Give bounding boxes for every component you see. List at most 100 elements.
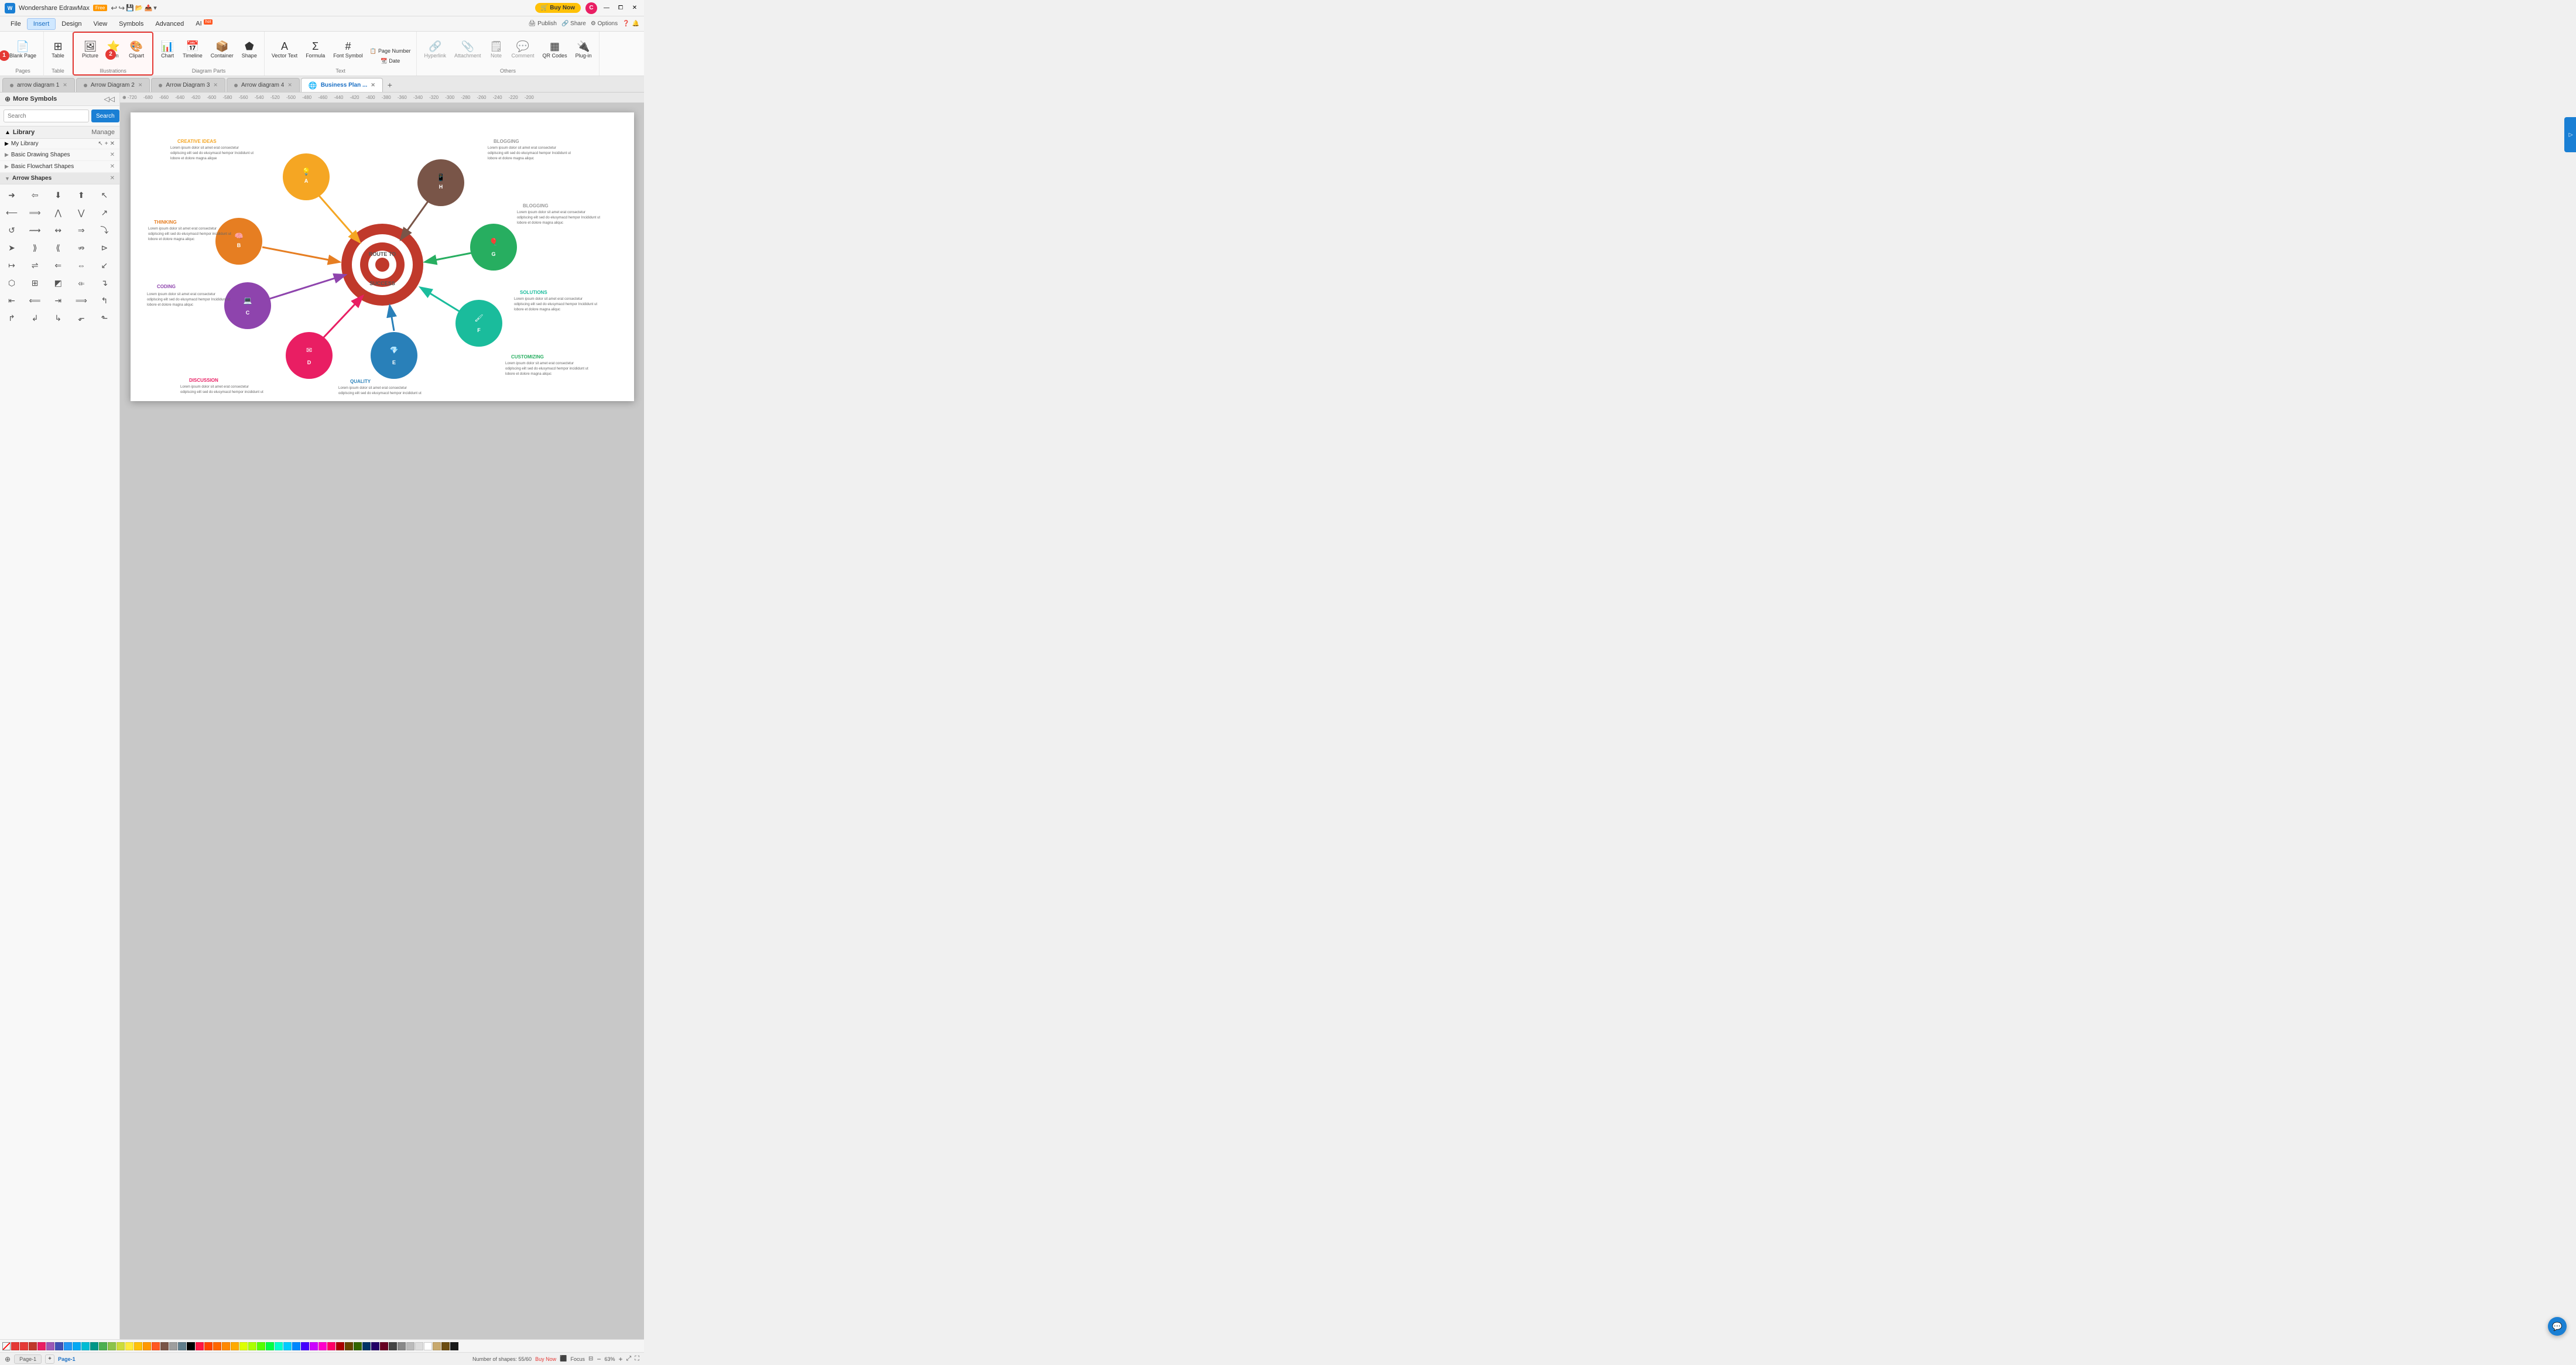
date-button[interactable]: 📆 Date: [368, 57, 413, 66]
tab-arrow-diagram-1[interactable]: arrow diagram 1 ✕: [2, 78, 75, 92]
color-red[interactable]: [20, 1342, 28, 1350]
color-r26[interactable]: [415, 1342, 423, 1350]
color-r10[interactable]: [275, 1342, 283, 1350]
share-button[interactable]: 🔗 Share: [561, 20, 586, 27]
focus-label[interactable]: Focus: [571, 1356, 585, 1362]
arrow-shape-10[interactable]: ↗: [95, 204, 114, 221]
color-r18[interactable]: [345, 1342, 353, 1350]
arrow-shape-5[interactable]: ↖: [95, 187, 114, 203]
color-r16[interactable]: [327, 1342, 335, 1350]
arrow-shape-22[interactable]: ⇌: [26, 257, 44, 273]
options-button[interactable]: ⚙ Options: [591, 20, 618, 27]
menu-file[interactable]: File: [5, 19, 27, 29]
more-button[interactable]: ▾: [153, 4, 157, 12]
arrow-shape-1[interactable]: ➜: [2, 187, 21, 203]
publish-button[interactable]: 🖨 Publish: [529, 20, 557, 27]
my-library-export-btn[interactable]: ↖: [98, 141, 102, 147]
color-r9[interactable]: [266, 1342, 274, 1350]
arrow-shape-13[interactable]: ↭: [49, 222, 67, 238]
arrow-shape-36[interactable]: ↱: [2, 310, 21, 326]
arrow-shape-37[interactable]: ↲: [26, 310, 44, 326]
add-page-button[interactable]: +: [45, 1354, 54, 1364]
fit-icon[interactable]: ⤢: [626, 1355, 631, 1363]
color-picker-icon[interactable]: ⊕: [5, 1355, 11, 1363]
arrow-shape-39[interactable]: ⬐: [72, 310, 91, 326]
arrow-shape-17[interactable]: ⟫: [26, 240, 44, 256]
menu-symbols[interactable]: Symbols: [113, 19, 149, 29]
color-red-dark[interactable]: [11, 1342, 19, 1350]
open-button[interactable]: 📂: [135, 4, 143, 12]
no-fill-swatch[interactable]: [2, 1342, 11, 1350]
color-grey[interactable]: [169, 1342, 177, 1350]
arrow-shape-8[interactable]: ⋀: [49, 204, 67, 221]
color-pink[interactable]: [37, 1342, 46, 1350]
arrow-shape-35[interactable]: ↰: [95, 292, 114, 309]
tab-close-1[interactable]: ✕: [63, 82, 67, 88]
menu-ai[interactable]: AI hot: [190, 18, 218, 29]
arrow-shape-26[interactable]: ⬡: [2, 275, 21, 291]
arrow-shape-4[interactable]: ⬆: [72, 187, 91, 203]
arrow-shape-6[interactable]: ⟵: [2, 204, 21, 221]
tab-arrow-diagram-2[interactable]: Arrow Diagram 2 ✕: [76, 78, 150, 92]
color-black[interactable]: [187, 1342, 195, 1350]
color-blue[interactable]: [64, 1342, 72, 1350]
export-button[interactable]: 📤: [145, 4, 153, 12]
font-symbol-button[interactable]: # Font Symbol: [330, 34, 366, 66]
hyperlink-button[interactable]: 🔗 Hyperlink: [420, 34, 450, 66]
color-orange[interactable]: [143, 1342, 151, 1350]
icon-button[interactable]: ⭐ Icon: [103, 34, 124, 66]
arrow-shape-20[interactable]: ⊳: [95, 240, 114, 256]
color-blue-grey[interactable]: [178, 1342, 186, 1350]
arrow-shape-33[interactable]: ⇥: [49, 292, 67, 309]
color-r15[interactable]: [318, 1342, 327, 1350]
shape-button[interactable]: ⬟ Shape: [238, 34, 261, 66]
blank-page-button[interactable]: 📄 Blank Page: [6, 34, 40, 66]
color-indigo[interactable]: [55, 1342, 63, 1350]
add-tab-button[interactable]: +: [384, 79, 396, 91]
color-red-2[interactable]: [29, 1342, 37, 1350]
search-button[interactable]: Search: [91, 110, 119, 122]
color-amber[interactable]: [134, 1342, 142, 1350]
color-yellow[interactable]: [125, 1342, 133, 1350]
color-dark-brown[interactable]: [441, 1342, 450, 1350]
color-r20[interactable]: [362, 1342, 371, 1350]
arrow-shape-24[interactable]: ⇔: [72, 257, 91, 273]
color-r5[interactable]: [231, 1342, 239, 1350]
my-library-add-btn[interactable]: +: [105, 141, 108, 147]
tab-close-2[interactable]: ✕: [138, 82, 143, 88]
color-light-blue[interactable]: [73, 1342, 81, 1350]
alert-button[interactable]: 🔔: [632, 20, 639, 27]
vector-text-button[interactable]: A Vector Text: [268, 34, 301, 66]
color-light-green[interactable]: [108, 1342, 116, 1350]
tab-close-5[interactable]: ✕: [371, 82, 375, 88]
color-r13[interactable]: [301, 1342, 309, 1350]
arrow-shape-30[interactable]: ↴: [95, 275, 114, 291]
arrow-shape-14[interactable]: ⇒: [72, 222, 91, 238]
menu-advanced[interactable]: Advanced: [149, 19, 190, 29]
chart-button[interactable]: 📊 Chart: [157, 34, 178, 66]
timeline-button[interactable]: 📅 Timeline: [179, 34, 206, 66]
arrow-shapes-close[interactable]: ✕: [110, 175, 115, 182]
color-lime[interactable]: [117, 1342, 125, 1350]
color-green[interactable]: [99, 1342, 107, 1350]
tab-arrow-diagram-4[interactable]: Arrow diagram 4 ✕: [227, 78, 300, 92]
my-library-close-btn[interactable]: ✕: [110, 141, 115, 147]
color-brown[interactable]: [160, 1342, 169, 1350]
color-r3[interactable]: [213, 1342, 221, 1350]
color-white[interactable]: [424, 1342, 432, 1350]
arrow-shape-3[interactable]: ⬇: [49, 187, 67, 203]
basic-flowchart-shapes-row[interactable]: ▶ Basic Flowchart Shapes ✕: [0, 161, 119, 173]
menu-view[interactable]: View: [88, 19, 114, 29]
color-purple[interactable]: [46, 1342, 54, 1350]
buy-now-status[interactable]: Buy Now: [535, 1356, 556, 1362]
color-r21[interactable]: [371, 1342, 379, 1350]
color-r8[interactable]: [257, 1342, 265, 1350]
color-r25[interactable]: [406, 1342, 415, 1350]
color-r6[interactable]: [239, 1342, 248, 1350]
restore-button[interactable]: ⧠: [616, 4, 625, 13]
attachment-button[interactable]: 📎 Attachment: [451, 34, 485, 66]
color-tan[interactable]: [433, 1342, 441, 1350]
color-r17[interactable]: [336, 1342, 344, 1350]
menu-design[interactable]: Design: [56, 19, 87, 29]
user-avatar[interactable]: C: [585, 2, 597, 14]
